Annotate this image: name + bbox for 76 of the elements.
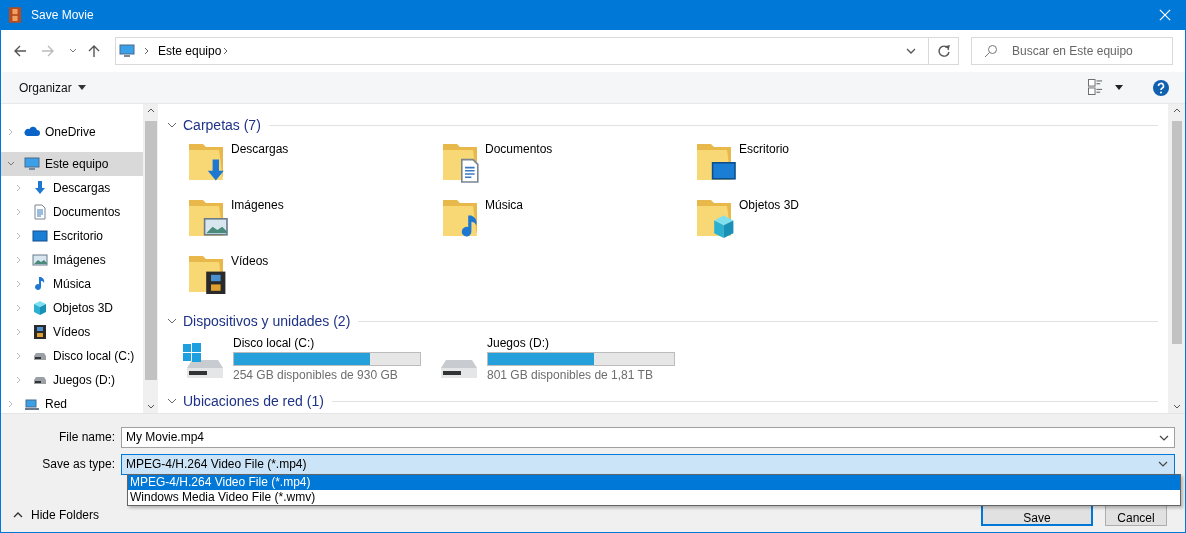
tree-item[interactable]: Red	[1, 392, 143, 413]
monitor-icon	[24, 156, 40, 172]
group-header[interactable]: Dispositivos y unidades (2)	[183, 313, 351, 329]
tree-item[interactable]: OneDrive	[1, 120, 143, 144]
folder-name[interactable]: Objetos 3D	[739, 194, 800, 212]
up-arrow-icon[interactable]	[87, 44, 101, 58]
monitor-icon	[118, 43, 136, 59]
cube-icon	[32, 300, 48, 316]
drive-name[interactable]: Disco local (C:)	[233, 336, 421, 350]
search-field[interactable]: Buscar en Este equipo	[971, 37, 1173, 65]
view-options-icon[interactable]	[1088, 79, 1103, 96]
scroll-down-icon[interactable]	[1172, 404, 1181, 409]
folder-name[interactable]: Vídeos	[231, 250, 269, 268]
folder-name[interactable]: Descargas	[231, 138, 289, 156]
dropdown-arrow-icon[interactable]	[1115, 85, 1123, 90]
tree-item[interactable]: Objetos 3D	[1, 296, 143, 320]
chevron-down-icon[interactable]	[1159, 434, 1169, 441]
scroll-up-icon[interactable]	[1172, 108, 1181, 113]
dropdown-option[interactable]: Windows Media Video File (*.wmv)	[128, 490, 1180, 505]
tree-item[interactable]: Música	[1, 272, 143, 296]
document-icon	[32, 204, 48, 220]
folder-name[interactable]: Música	[485, 194, 523, 212]
tree-item[interactable]: Documentos	[1, 200, 143, 224]
hide-folders-button[interactable]: Hide Folders	[13, 508, 100, 522]
film-strip-icon	[32, 324, 48, 340]
chevron-icon[interactable]	[167, 396, 177, 406]
dropdown-option[interactable]: MPEG-4/H.264 Video File (*.mp4)	[128, 475, 1180, 490]
tree-item[interactable]: Este equipo	[1, 152, 143, 176]
file-type-dropdown[interactable]: MPEG-4/H.264 Video File (*.mp4)	[121, 453, 1175, 475]
field-label: File name:	[57, 430, 116, 444]
download-arrow-icon	[32, 180, 48, 196]
scrollbar[interactable]	[143, 104, 158, 413]
tree-item[interactable]: Escritorio	[1, 224, 143, 248]
chevron-down-icon[interactable]	[69, 48, 77, 54]
scrollbar[interactable]	[1168, 104, 1185, 413]
chevron-right-icon	[144, 47, 150, 55]
free-space-text: 254 GB disponibles de 930 GB	[233, 368, 399, 382]
chevron-right-icon	[223, 47, 230, 55]
network-icon	[24, 396, 40, 412]
chevron-up-icon	[13, 512, 23, 518]
picture-icon	[32, 252, 48, 268]
search-icon	[984, 44, 998, 58]
tree-item[interactable]: Vídeos	[1, 320, 143, 344]
save-button[interactable]: Save	[981, 504, 1093, 526]
group-header[interactable]: Carpetas (7)	[183, 117, 261, 133]
folder-name[interactable]: Escritorio	[739, 138, 789, 156]
address-bar[interactable]: Este equipo	[115, 37, 929, 65]
scroll-down-icon[interactable]	[146, 404, 155, 409]
field-label: Save as type:	[41, 457, 116, 471]
chevron-icon[interactable]	[167, 120, 177, 130]
window-title: Save Movie	[31, 8, 94, 22]
tree-item[interactable]: Descargas	[1, 176, 143, 200]
help-icon[interactable]	[1153, 79, 1169, 96]
folder-name[interactable]: Documentos	[485, 138, 553, 156]
refresh-button[interactable]	[929, 37, 959, 65]
drive-name[interactable]: Juegos (D:)	[487, 336, 675, 350]
chevron-down-icon[interactable]	[906, 48, 916, 54]
close-icon[interactable]	[1159, 9, 1171, 21]
tree-item[interactable]: Juegos (D:)	[1, 368, 143, 392]
free-space-text: 801 GB disponibles de 1,81 TB	[487, 368, 654, 382]
file-name-field[interactable]: My Movie.mp4	[121, 426, 1175, 448]
tree-item[interactable]: Disco local (C:)	[1, 344, 143, 368]
folder-name[interactable]: Imágenes	[231, 194, 284, 212]
film-icon	[9, 7, 21, 23]
organize-button[interactable]: Organizar	[13, 76, 92, 99]
back-arrow-icon[interactable]	[13, 44, 27, 58]
tree-item[interactable]: Imágenes	[1, 248, 143, 272]
scroll-up-icon[interactable]	[146, 108, 155, 113]
chevron-down-icon	[1158, 461, 1168, 467]
refresh-icon	[936, 44, 951, 58]
group-header[interactable]: Ubicaciones de red (1)	[183, 393, 324, 409]
desktop-icon	[32, 228, 48, 244]
breadcrumb-item[interactable]: Este equipo	[158, 44, 222, 58]
chevron-icon[interactable]	[167, 316, 177, 326]
dropdown-arrow-icon	[77, 85, 86, 90]
cancel-button[interactable]: Cancel	[1105, 504, 1167, 526]
